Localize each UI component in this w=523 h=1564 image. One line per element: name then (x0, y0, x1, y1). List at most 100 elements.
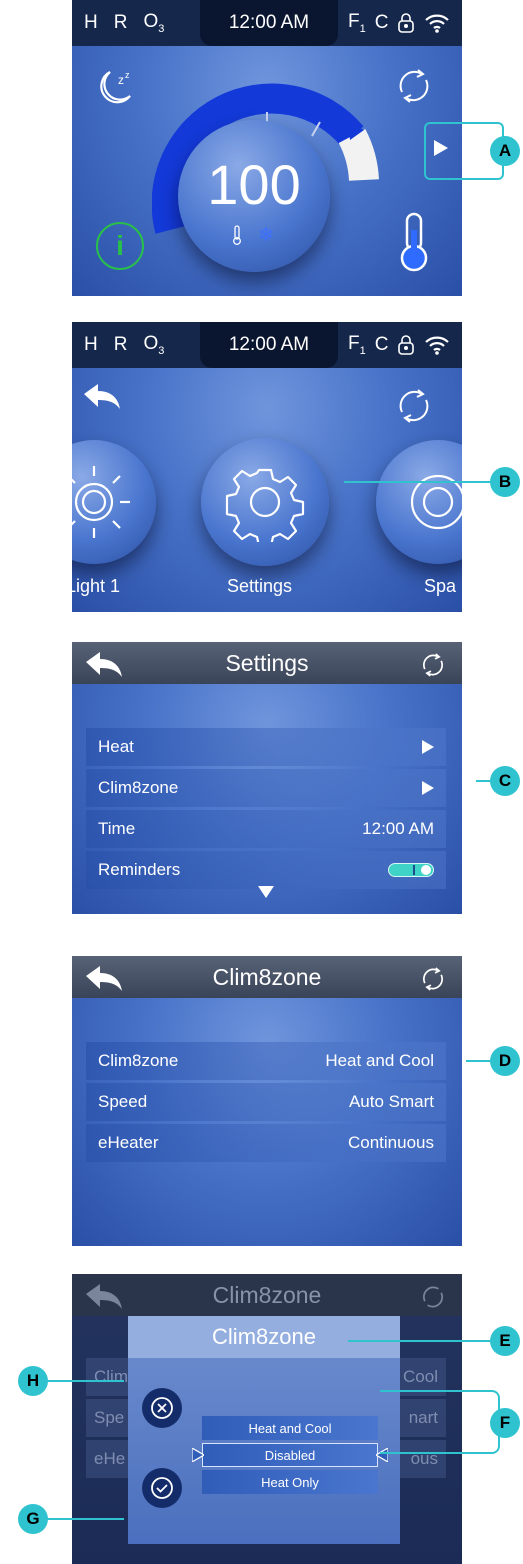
page-title: Clim8zone (212, 1281, 322, 1308)
callout-e: E (490, 1326, 520, 1356)
dial-remaining-arc (338, 129, 379, 182)
callout-d: D (490, 1046, 520, 1076)
svg-text:z: z (125, 70, 130, 80)
confirm-button[interactable] (142, 1468, 182, 1508)
row-label: Clim8zone (98, 778, 179, 797)
row-label: Speed (98, 1092, 148, 1111)
status-ozone: O3 (143, 333, 165, 357)
option-heat-and-cool[interactable]: Heat and Cool (202, 1416, 378, 1440)
row-value: Heat and Cool (325, 1051, 434, 1070)
lock-icon (398, 13, 415, 33)
close-icon (151, 1397, 173, 1419)
light-1-button[interactable] (72, 440, 156, 564)
status-r: R (113, 334, 128, 355)
status-f: F1 (348, 333, 366, 357)
spa-label: Spa (424, 576, 457, 596)
sync-icon (423, 1286, 443, 1308)
clim8zone-row-mode[interactable]: Clim8zone Heat and Cool (86, 1042, 446, 1080)
status-r: R (113, 12, 128, 33)
status-time: 12:00 AM (200, 322, 338, 368)
back-arrow-icon[interactable] (84, 650, 124, 680)
menu-screen: H R O3 12:00 AM F1 C Light 1 Settings Sp… (72, 322, 462, 612)
back-arrow-icon (86, 1284, 122, 1309)
spa-button[interactable] (376, 440, 462, 564)
callout-g-line (44, 1518, 124, 1520)
settings-label: Settings (227, 576, 293, 596)
info-button[interactable]: i (96, 222, 144, 270)
status-c: C (374, 12, 389, 33)
settings-list: Heat Clim8zone Time 12:00 AM Reminders (86, 728, 446, 892)
selector-left-arrow-icon (192, 1448, 204, 1462)
scroll-down-icon[interactable] (258, 886, 274, 898)
page-title: Settings (225, 649, 309, 676)
row-label: Time (98, 819, 136, 838)
current-temperature: 100 (207, 153, 301, 216)
clim8zone-row-eheater[interactable]: eHeater Continuous (86, 1124, 446, 1162)
bg-row-label: Spe (94, 1408, 125, 1427)
light-1-label: Light 1 (72, 576, 121, 596)
row-label: eHeater (98, 1133, 159, 1152)
row-label: Heat (98, 737, 134, 756)
clim8zone-screen: Clim8zone Clim8zone Heat and Cool Speed … (72, 956, 462, 1246)
lock-icon (398, 335, 415, 355)
thermometer-icon[interactable] (394, 210, 434, 274)
selection-dialog: Clim8zone Heat and Cool Disabled Heat On… (128, 1316, 400, 1544)
sync-icon[interactable] (418, 650, 448, 680)
callout-e-line (348, 1340, 494, 1342)
back-arrow-icon[interactable] (84, 964, 124, 994)
wifi-icon (425, 336, 450, 355)
row-value: 12:00 AM (362, 819, 434, 838)
gear-icon (225, 468, 305, 542)
moon-sleep-icon[interactable]: zz (92, 66, 138, 108)
settings-button[interactable] (201, 438, 329, 566)
settings-row-heat[interactable]: Heat (86, 728, 446, 766)
settings-screen: Settings Heat Clim8zone Time 12:00 AM Re… (72, 642, 462, 914)
row-value: Continuous (347, 1133, 434, 1152)
svg-text:z: z (118, 73, 124, 87)
home-screen: H R O3 12:00 AM F1 C zz 100 ❄ i (72, 0, 462, 296)
row-value: Auto Smart (348, 1092, 434, 1111)
callout-c: C (490, 766, 520, 796)
settings-row-reminders[interactable]: Reminders (86, 851, 446, 889)
option-heat-only[interactable]: Heat Only (202, 1470, 378, 1494)
temperature-knob[interactable]: 100 ❄ (178, 120, 330, 272)
title-bar: Clim8zone (72, 956, 462, 998)
play-arrow-icon (422, 740, 434, 754)
status-bar: H R O3 12:00 AM F1 C (72, 0, 462, 46)
check-icon (151, 1477, 173, 1499)
dialog-title: Clim8zone (128, 1316, 400, 1358)
status-f: F1 (348, 11, 366, 35)
callout-f-bracket (380, 1390, 500, 1454)
bg-row-value: Cool (403, 1367, 438, 1386)
clim8zone-list: Clim8zone Heat and Cool Speed Auto Smart… (86, 1042, 446, 1165)
callout-h: H (18, 1366, 48, 1396)
option-disabled[interactable]: Disabled (202, 1443, 378, 1467)
title-bar: Clim8zone (72, 1274, 462, 1316)
callout-b-line (344, 481, 494, 483)
sync-icon[interactable] (392, 64, 436, 108)
callout-h-line (44, 1380, 124, 1382)
bg-row-label: Clim (94, 1367, 128, 1386)
back-arrow-icon[interactable] (82, 382, 122, 412)
status-h: H (84, 12, 98, 33)
settings-row-clim8zone[interactable]: Clim8zone (86, 769, 446, 807)
clim8zone-row-speed[interactable]: Speed Auto Smart (86, 1083, 446, 1121)
row-label: Clim8zone (98, 1051, 179, 1070)
row-label: Reminders (98, 860, 181, 879)
callout-a: A (490, 136, 520, 166)
settings-row-time[interactable]: Time 12:00 AM (86, 810, 446, 848)
callout-g: G (18, 1504, 48, 1534)
bg-row-label: eHe (94, 1449, 126, 1468)
callout-f: F (490, 1408, 520, 1438)
wifi-icon (425, 14, 450, 33)
cancel-button[interactable] (142, 1388, 182, 1428)
reminders-toggle[interactable] (388, 863, 434, 877)
spa-icon (410, 474, 462, 530)
page-title: Clim8zone (212, 963, 322, 990)
sync-icon[interactable] (418, 964, 448, 994)
sun-icon (72, 466, 130, 538)
sync-icon[interactable] (392, 384, 436, 428)
snowflake-icon: ❄ (258, 225, 274, 246)
play-arrow-icon (422, 781, 434, 795)
status-time: 12:00 AM (200, 0, 338, 46)
